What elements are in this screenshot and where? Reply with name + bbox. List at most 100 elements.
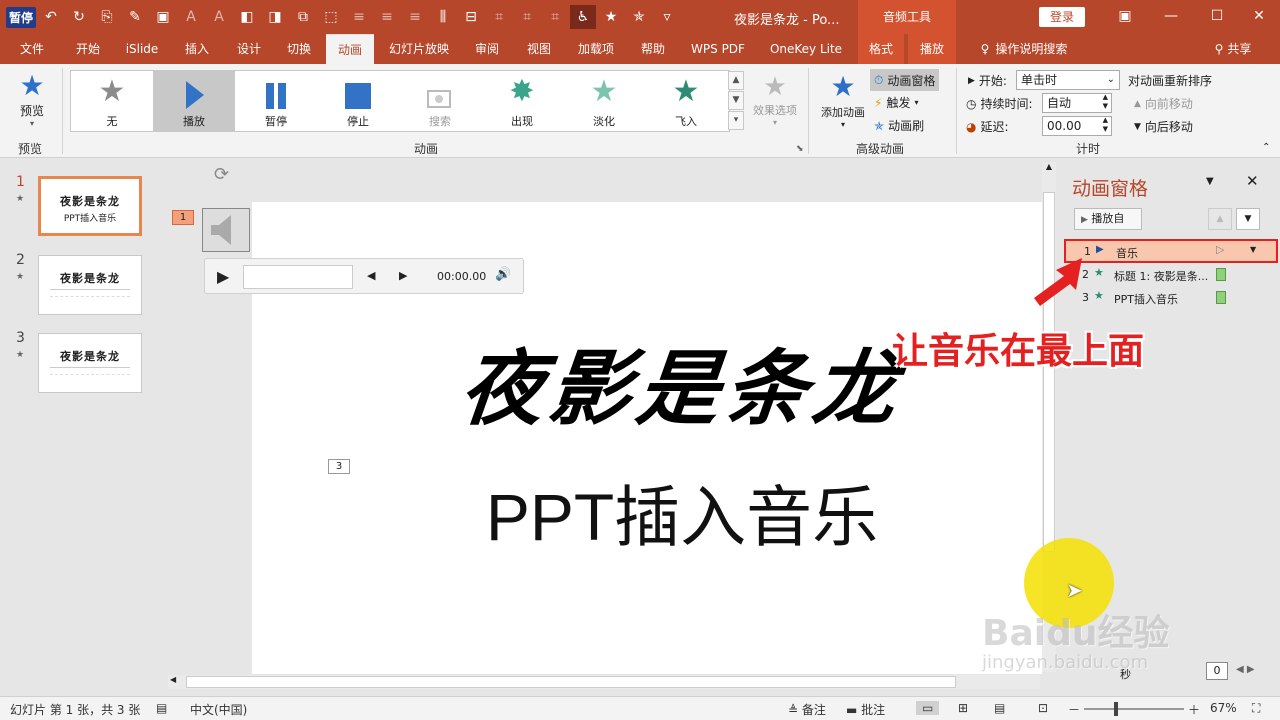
scroll-thumb[interactable]	[186, 676, 956, 688]
pane-options-icon[interactable]: ▼	[1206, 176, 1214, 187]
audio-icon-selection[interactable]	[202, 208, 250, 252]
slide-title[interactable]: 夜影是条龙	[396, 322, 969, 441]
scroll-up-icon[interactable]: ▲	[1042, 162, 1056, 171]
tab-playback[interactable]: 播放	[908, 34, 956, 64]
slide-thumbnail-3[interactable]: 夜影是条龙	[38, 333, 142, 393]
tab-file[interactable]: 文件	[10, 34, 54, 64]
delay-field[interactable]: 00.00 ▲ ▼	[1042, 116, 1112, 136]
slideshow-icon[interactable]: ▣	[150, 5, 176, 29]
move-down-icon[interactable]: ▼	[1236, 208, 1260, 230]
tell-me-search[interactable]: ♀ 操作说明搜索	[968, 34, 1080, 64]
tab-home[interactable]: 开始	[64, 34, 112, 64]
zoom-out-icon[interactable]: －	[1068, 701, 1080, 718]
effect-play[interactable]: 播放	[153, 71, 235, 131]
effect-fly-in[interactable]: ★ 飞入	[645, 71, 727, 131]
brush-icon[interactable]: ✎	[122, 5, 148, 29]
tab-islide[interactable]: iSlide	[118, 34, 166, 64]
play-icon[interactable]: ▶	[217, 267, 229, 286]
preview-button[interactable]: ★ 预览 ▾	[10, 70, 54, 136]
play-from-button[interactable]: ▶ 播放自	[1074, 208, 1142, 230]
tab-slideshow[interactable]: 幻灯片放映	[382, 34, 456, 64]
tab-design[interactable]: 设计	[226, 34, 272, 64]
timeline-zoom-box[interactable]: 0	[1206, 662, 1228, 680]
tab-review[interactable]: 审阅	[464, 34, 510, 64]
maximize-icon[interactable]: ☐	[1194, 0, 1240, 34]
gallery-more[interactable]: ▾	[728, 111, 744, 130]
slide-sorter-icon[interactable]: ⊞	[958, 701, 968, 715]
group-icon[interactable]: ⧉	[290, 5, 316, 29]
volume-icon[interactable]: 🔊	[495, 267, 511, 282]
effect-pause[interactable]: 暂停	[235, 71, 317, 131]
spinner-icon[interactable]: ▲ ▼	[1103, 116, 1108, 134]
tab-format[interactable]: 格式	[858, 34, 904, 64]
animation-pane-button[interactable]: ⏱ 动画窗格	[870, 69, 940, 91]
spellcheck-icon[interactable]: ▤	[156, 701, 167, 715]
timeline-zoom-arrows[interactable]: ◀ ▶	[1236, 664, 1255, 675]
align-right-icon[interactable]: ≡	[402, 5, 428, 29]
slide-subtitle[interactable]: PPT插入音乐	[402, 464, 962, 560]
effect-none[interactable]: ★ 无	[71, 71, 153, 131]
start-combo[interactable]: 单击时 ⌄	[1016, 70, 1120, 90]
shape-icon[interactable]: ⬚	[318, 5, 344, 29]
reading-view-icon[interactable]: ▤	[994, 701, 1005, 715]
zoom-in-icon[interactable]: ＋	[1188, 701, 1200, 718]
font-shrink-icon[interactable]: A	[206, 5, 232, 29]
horizontal-scrollbar[interactable]: ◀	[168, 675, 1040, 689]
align-center-icon[interactable]: ≡	[374, 5, 400, 29]
animation-star-icon[interactable]: ★	[598, 5, 624, 29]
customize-qat-icon[interactable]: ▿	[654, 5, 680, 29]
spinner-icon[interactable]: ▲ ▼	[1103, 93, 1108, 111]
comments-button[interactable]: ▬ 批注	[846, 701, 885, 718]
scroll-left-icon[interactable]: ◀	[170, 675, 176, 684]
effect-stop[interactable]: 停止	[317, 71, 399, 131]
notes-button[interactable]: ≜ 备注	[788, 701, 826, 718]
redo-icon[interactable]: ↻	[66, 5, 92, 29]
tab-transitions[interactable]: 切换	[276, 34, 322, 64]
zoom-level[interactable]: 67%	[1210, 701, 1237, 715]
login-button[interactable]: 登录	[1039, 7, 1085, 27]
normal-view-icon[interactable]: ▭	[916, 701, 940, 715]
motion-path-icon[interactable]: ♿	[570, 5, 597, 29]
align-left-icon[interactable]: ≡	[346, 5, 372, 29]
ungroup-icon[interactable]: ⌗	[514, 5, 540, 29]
animation-painter-button[interactable]: ✯ 动画刷	[874, 117, 924, 134]
dialog-launcher-icon[interactable]: ⬊	[796, 144, 804, 154]
zoom-slider[interactable]	[1084, 702, 1184, 716]
collapse-ribbon-icon[interactable]: ⌃	[1262, 142, 1270, 153]
slideshow-view-icon[interactable]: ⊡	[1038, 701, 1048, 715]
tab-help[interactable]: 帮助	[632, 34, 674, 64]
distribute-icon[interactable]: ⫼	[430, 5, 456, 29]
crop-icon[interactable]: ⌗	[486, 5, 512, 29]
item-dropdown-icon[interactable]: ▼	[1250, 245, 1256, 254]
rewind-icon[interactable]: ◀	[367, 269, 375, 282]
share-button[interactable]: ⚲ 共享	[1206, 34, 1260, 64]
progress-bar[interactable]	[243, 265, 353, 289]
pause-badge[interactable]: 暂停	[6, 6, 37, 28]
tab-animations[interactable]: 动画	[326, 34, 374, 64]
gallery-scroll-down[interactable]: ▼	[728, 91, 744, 110]
zoom-slider-thumb[interactable]	[1114, 702, 1118, 716]
move-later-button[interactable]: ▼ 向后移动	[1134, 118, 1193, 135]
language[interactable]: 中文(中国)	[190, 701, 247, 718]
tab-wps-pdf[interactable]: WPS PDF	[682, 34, 754, 64]
animation-item-3[interactable]: 3 ★ PPT插入音乐	[1064, 287, 1264, 309]
duration-field[interactable]: 自动 ▲ ▼	[1042, 93, 1112, 113]
effect-fade[interactable]: ★ 淡化	[563, 71, 645, 131]
close-pane-icon[interactable]: ✕	[1246, 172, 1259, 190]
tab-insert[interactable]: 插入	[174, 34, 220, 64]
trigger-button[interactable]: ⚡ 触发 ▾	[874, 94, 918, 111]
font-grow-icon[interactable]: A	[178, 5, 204, 29]
tab-addins[interactable]: 加载项	[568, 34, 624, 64]
add-animation-button[interactable]: ★ 添加动画 ▾	[816, 70, 870, 129]
animation-flyin-icon[interactable]: ✯	[626, 5, 652, 29]
format-painter-icon[interactable]: ⎘	[94, 5, 120, 29]
fit-to-window-icon[interactable]: ⛶	[1252, 701, 1260, 716]
slide-thumbnail-1[interactable]: 夜影是条龙 PPT插入音乐	[38, 176, 142, 236]
animation-item-1[interactable]: 1 ▶ 音乐 ▷ ▼	[1064, 239, 1278, 263]
effect-appear[interactable]: ✸ 出现	[481, 71, 563, 131]
tab-view[interactable]: 视图	[516, 34, 562, 64]
bring-front-icon[interactable]: ◧	[234, 5, 260, 29]
send-back-icon[interactable]: ◨	[262, 5, 288, 29]
undo-icon[interactable]: ↶	[38, 5, 64, 29]
ribbon-display-icon[interactable]: ▣	[1102, 0, 1148, 34]
